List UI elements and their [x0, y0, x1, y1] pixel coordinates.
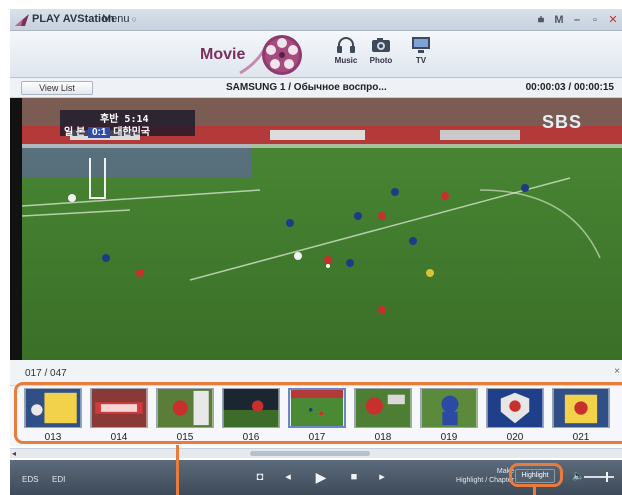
- camera-icon: [372, 38, 390, 52]
- eds-button[interactable]: EDS: [22, 475, 38, 484]
- thumbnail-scrollbar[interactable]: ◂: [10, 448, 622, 458]
- mode-bar: Movie Music Photo TV: [10, 31, 622, 78]
- thumbnail-number: 014: [110, 432, 128, 443]
- score-team-right: 대한민국: [113, 127, 151, 138]
- headphones-icon: [337, 37, 355, 53]
- highlight-chapter-label: Highlight / Chapter: [456, 477, 514, 484]
- thumbnail-number: 018: [374, 432, 392, 443]
- thumbnail-item[interactable]: 020: [486, 388, 544, 443]
- scroll-left-icon[interactable]: ◂: [12, 449, 16, 458]
- score-team-left: 일 본: [64, 127, 86, 138]
- maximize-icon[interactable]: ▫: [586, 9, 604, 31]
- thumbnail-item[interactable]: 014: [90, 388, 148, 443]
- thumbnail-number: 021: [572, 432, 590, 443]
- highlight-button[interactable]: Highlight: [515, 469, 555, 483]
- make-highlight-chapter-button[interactable]: Make Highlight / Chapter: [442, 467, 514, 485]
- score-line: 일 본 0:1 대한민국: [64, 123, 150, 138]
- make-label: Make: [496, 468, 514, 475]
- chevron-down-icon: ○: [131, 14, 137, 24]
- volume-slider-knob[interactable]: [606, 472, 608, 482]
- mode-music-label: Music: [334, 56, 358, 65]
- view-list-button[interactable]: View List: [21, 81, 93, 95]
- thumbnail-item[interactable]: 015: [156, 388, 214, 443]
- snapshot-camera-icon[interactable]: ◘: [252, 470, 268, 484]
- film-reel-icon: [239, 35, 302, 75]
- thumbnail-image: [552, 388, 610, 428]
- volume-slider[interactable]: [584, 472, 614, 482]
- previous-icon[interactable]: ◂: [280, 470, 296, 484]
- thumbnail-image: [222, 388, 280, 428]
- mode-tv-label: TV: [415, 56, 427, 65]
- thumbnail-item[interactable]: 021: [552, 388, 610, 443]
- thumbnail-item[interactable]: 013: [24, 388, 82, 443]
- thumbnail-image: [288, 388, 346, 428]
- thumbnail-number: 015: [176, 432, 194, 443]
- thumbnail-image: [90, 388, 148, 428]
- scrollbar-thumb[interactable]: [250, 451, 370, 456]
- score-value: 0:1: [87, 127, 111, 138]
- thumbnail-item[interactable]: 016: [222, 388, 280, 443]
- thumbnail-image: [156, 388, 214, 428]
- next-icon[interactable]: ▸: [374, 470, 390, 484]
- volume-icon[interactable]: 🔈: [572, 471, 584, 482]
- mini-mode-button[interactable]: M: [550, 9, 568, 31]
- close-icon[interactable]: ✕: [604, 9, 622, 31]
- monitor-icon: [412, 37, 430, 53]
- video-player[interactable]: 후반 5:14 일 본 0:1 대한민국 SBS: [10, 98, 622, 360]
- thumbnail-number: 013: [44, 432, 62, 443]
- info-bar: View List SAMSUNG 1 / Обычное воспро... …: [10, 78, 622, 98]
- thumbnail-number: 016: [242, 432, 260, 443]
- broadcaster-logo: SBS: [541, 112, 582, 132]
- playback-controls: EDS EDI ◘ ◂ ▶ ■ ▸ Make Highlight / Chapt…: [10, 460, 622, 495]
- thumbnail-image: [24, 388, 82, 428]
- mode-photo[interactable]: Photo: [361, 36, 401, 65]
- tray-icon[interactable]: ⩧: [532, 9, 550, 31]
- play-icon[interactable]: ▶: [313, 470, 329, 484]
- thumbnail-image: [486, 388, 544, 428]
- close-icon[interactable]: ×: [614, 366, 620, 377]
- callout-pointer-line: [176, 445, 179, 495]
- time-display: 00:00:03 / 00:00:15: [525, 82, 614, 93]
- callout-pointer-line: [533, 487, 536, 495]
- menu-button[interactable]: Menu ○: [102, 13, 137, 25]
- track-title: SAMSUNG 1 / Обычное воспро...: [226, 82, 387, 93]
- thumbnail-item[interactable]: 018: [354, 388, 412, 443]
- thumbnail-image: [354, 388, 412, 428]
- thumbnail-number: 020: [506, 432, 524, 443]
- app-logo-icon: [15, 14, 29, 26]
- thumbnail-number: 019: [440, 432, 458, 443]
- mode-photo-label: Photo: [369, 56, 393, 65]
- thumbnail-number: 017: [308, 432, 326, 443]
- mode-music[interactable]: Music: [326, 36, 366, 65]
- mode-tv[interactable]: TV: [401, 36, 441, 65]
- minimize-icon[interactable]: –: [568, 9, 586, 31]
- window-controls: ⩧ M – ▫ ✕: [532, 9, 622, 31]
- thumbnail-item[interactable]: 019: [420, 388, 478, 443]
- thumbnail-strip-header: 017 / 047 ×: [10, 360, 622, 386]
- title-bar: PLAY AVStation Menu ○ ⩧ M – ▫ ✕: [10, 9, 622, 31]
- scoreboard: 후반 5:14 일 본 0:1 대한민국: [60, 110, 195, 138]
- thumbnail-strip: 013 014 015 016 017 018 019 020 021: [10, 386, 622, 446]
- menu-label: Menu: [102, 13, 130, 25]
- thumbnail-item-selected[interactable]: 017: [288, 388, 346, 443]
- edi-button[interactable]: EDI: [52, 475, 65, 484]
- thumbnail-image: [420, 388, 478, 428]
- frame-counter: 017 / 047: [25, 368, 67, 379]
- stop-icon[interactable]: ■: [346, 470, 362, 484]
